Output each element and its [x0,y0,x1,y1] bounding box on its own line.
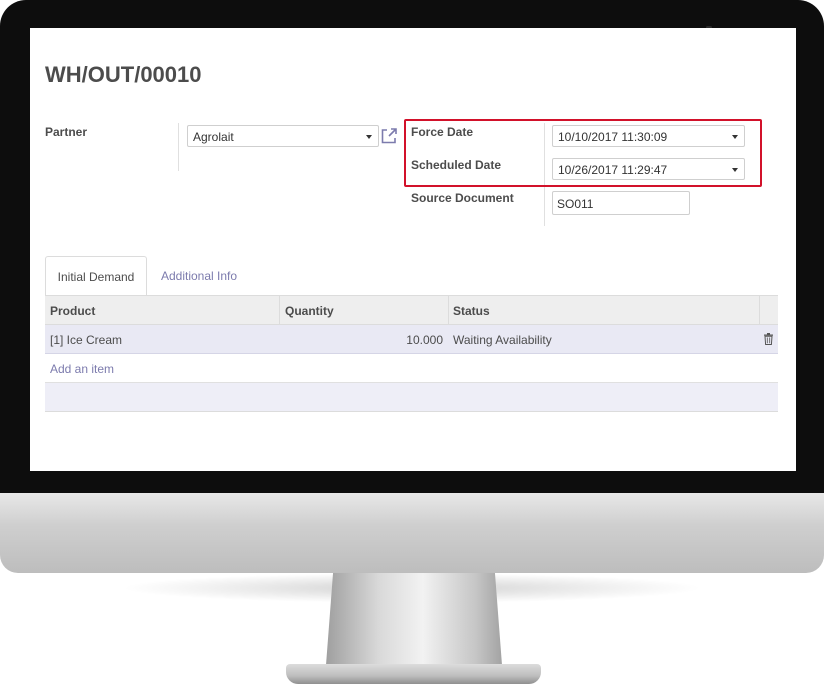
monitor-stand-neck [326,573,502,665]
highlight-box [404,119,762,187]
add-item-row: Add an item [45,354,778,383]
monitor-stand-base [286,664,541,684]
column-header-quantity[interactable]: Quantity [285,304,334,318]
move-lines-table: Product Quantity Status [1] Ice Cream 10… [45,295,778,412]
external-link-icon[interactable] [380,127,398,145]
tab-additional-info[interactable]: Additional Info [149,256,249,295]
source-document-label: Source Document [411,191,514,205]
column-separator [759,296,760,325]
cell-product: [1] Ice Cream [50,333,123,347]
column-header-status[interactable]: Status [453,304,490,318]
trash-icon[interactable] [764,333,773,345]
source-document-input[interactable]: SO011 [552,191,690,215]
tab-initial-demand[interactable]: Initial Demand [45,256,147,295]
add-item-link[interactable]: Add an item [50,362,114,376]
app-screen: WH/OUT/00010 Partner Agrolait Force Date… [30,28,796,471]
partner-value: Agrolait [193,130,234,144]
caret-down-icon [366,135,372,139]
partner-label: Partner [45,125,88,139]
field-separator [178,123,179,171]
column-header-product[interactable]: Product [50,304,95,318]
cell-status: Waiting Availability [453,333,552,347]
notebook-tabs: Initial Demand Additional Info [45,256,778,295]
column-separator [448,296,449,325]
monitor-chin [0,493,824,573]
cell-quantity: 10.000 [406,333,443,347]
partner-select[interactable]: Agrolait [187,125,379,147]
column-separator [279,296,280,325]
record-title: WH/OUT/00010 [45,62,202,87]
table-footer [45,383,778,412]
table-row[interactable]: [1] Ice Cream 10.000 Waiting Availabilit… [45,325,778,354]
source-document-value: SO011 [557,197,594,211]
table-header: Product Quantity Status [45,295,778,325]
